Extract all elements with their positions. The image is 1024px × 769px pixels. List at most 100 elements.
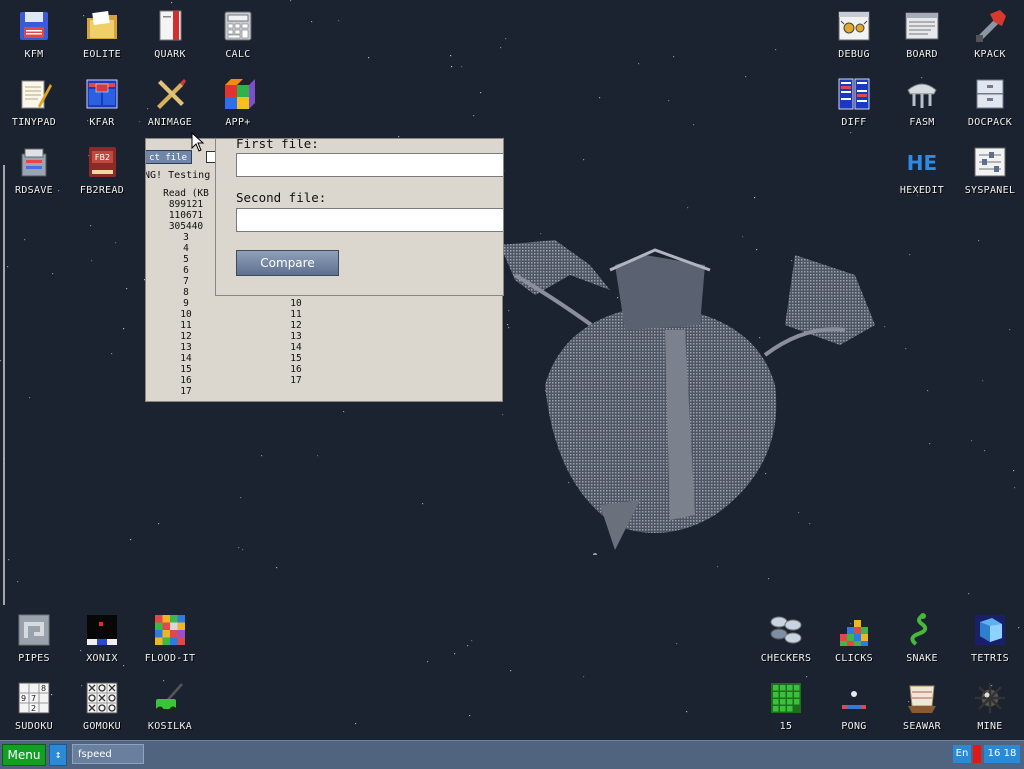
read-value: 12	[180, 331, 192, 342]
pong-icon	[836, 680, 872, 716]
activity-indicator	[973, 745, 981, 763]
sudoku-icon: 8 972	[16, 680, 52, 716]
clicks-icon	[836, 612, 872, 648]
flood-it-icon	[152, 612, 188, 648]
desktop-icon-label: PONG	[841, 721, 867, 732]
second-value: 15	[290, 353, 302, 364]
desktop-icon-label: CALC	[225, 49, 251, 60]
desktop-icon-label: BOARD	[906, 49, 938, 60]
desktop-icon-label: SYSPANEL	[964, 185, 1016, 196]
kpack-icon	[972, 8, 1008, 44]
svg-text:HE: HE	[907, 151, 937, 175]
desktop-icon-fb2read[interactable]: FB2 FB2READ	[68, 136, 136, 202]
svg-text:9: 9	[21, 694, 26, 703]
desktop-icon-kfar[interactable]: KFAR	[68, 68, 136, 134]
desktop-icon-sudoku[interactable]: 8 9 7 2 SUDOKU	[0, 672, 68, 738]
desktop-icon-label: APP+	[225, 117, 251, 128]
desktop-icon-label: TINYPAD	[11, 117, 57, 128]
svg-text:2: 2	[31, 704, 36, 713]
switch-windows-icon[interactable]: ↕	[49, 744, 67, 766]
desktop-icon-kpack[interactable]: KPACK	[956, 0, 1024, 66]
first-file-input[interactable]	[236, 153, 503, 177]
second-value: 12	[290, 320, 302, 331]
taskbar-item-fspeed[interactable]: fspeed	[72, 744, 144, 764]
read-value: 6	[183, 265, 189, 276]
desktop-icon-hexedit[interactable]: HE HEXEDIT	[888, 136, 956, 202]
desktop-icon-board[interactable]: BOARD	[888, 0, 956, 66]
select-file-button[interactable]: ct file	[146, 150, 192, 164]
desktop-icon-kfm[interactable]: KFM	[0, 0, 68, 66]
desktop-icon-eolite[interactable]: EOLITE	[68, 0, 136, 66]
tree-house-wallpaper	[500, 240, 875, 555]
desktop-icon-label: CHECKERS	[760, 653, 812, 664]
desktop-icon-tinypad[interactable]: TINYPAD	[0, 68, 68, 134]
desktop-icon-calc[interactable]: CALC	[204, 0, 272, 66]
second-file-label: Second file:	[236, 190, 327, 205]
read-value: 110671	[168, 210, 204, 221]
svg-text:8: 8	[41, 684, 46, 693]
syspanel-icon	[972, 144, 1008, 180]
read-value: 17	[180, 386, 192, 397]
desktop-icon-fasm[interactable]: FASM	[888, 68, 956, 134]
menu-button[interactable]: Menu	[2, 744, 46, 766]
desktop-icon-label: PIPES	[18, 653, 50, 664]
desktop-icon-label: TETRIS	[971, 653, 1009, 664]
desktop-icon-checkers[interactable]: CHECKERS	[752, 604, 820, 670]
desktop-icon-syspanel[interactable]: SYSPANEL	[956, 136, 1024, 202]
desktop-icon-mine[interactable]: MINE	[956, 672, 1024, 738]
second-value: 13	[290, 331, 302, 342]
xonix-icon	[84, 612, 120, 648]
desktop-icon-tetris[interactable]: TETRIS	[956, 604, 1024, 670]
desktop-icon-xonix[interactable]: XONIX	[68, 604, 136, 670]
desktop-icon-label: KFAR	[89, 117, 115, 128]
fasm-icon	[904, 76, 940, 112]
desktop-icon-clicks[interactable]: CLICKS	[820, 604, 888, 670]
svg-text:7: 7	[31, 694, 36, 703]
second-value: 10	[290, 298, 302, 309]
read-value: 11	[180, 320, 192, 331]
desktop-icon-gomoku[interactable]: GOMOKU	[68, 672, 136, 738]
app-plus-icon	[220, 76, 256, 112]
desktop-icon-label: GOMOKU	[83, 721, 121, 732]
desktop-icon-pipes[interactable]: PIPES	[0, 604, 68, 670]
desktop-icon-pong[interactable]: PONG	[820, 672, 888, 738]
desktop-icon-app-plus[interactable]: APP+	[204, 68, 272, 134]
read-column: Read (KB 899121 110671 305440 3 4 5 6 7 8 9 10 11 12…	[146, 188, 226, 397]
compare-button[interactable]: Compare	[236, 250, 339, 276]
desktop-icon-label: RDSAVE	[15, 185, 53, 196]
diff-icon	[836, 76, 872, 112]
second-value: 14	[290, 342, 302, 353]
board-icon	[904, 8, 940, 44]
desktop-icon-rdsave[interactable]: RDSAVE	[0, 136, 68, 202]
rdsave-icon	[16, 144, 52, 180]
desktop-icon-label: QUARK	[154, 49, 186, 60]
desktop-icon-kosilka[interactable]: KOSILKA	[136, 672, 204, 738]
quark-icon	[152, 8, 188, 44]
read-value: 8	[183, 287, 189, 298]
desktop-icon-label: DIFF	[841, 117, 867, 128]
fifteen-icon	[768, 680, 804, 716]
desktop-icon-flood-it[interactable]: FLOOD-IT	[136, 604, 204, 670]
desktop-icon-label: HEXEDIT	[899, 185, 945, 196]
desktop-icon-label: ANIMAGE	[147, 117, 193, 128]
desktop-icon-diff[interactable]: DIFF	[820, 68, 888, 134]
second-file-input[interactable]	[236, 208, 503, 232]
keyboard-language-indicator[interactable]: En	[953, 745, 971, 763]
compare-files-dialog[interactable]: First file: Second file: Compare	[215, 138, 504, 296]
desktop-icon-label: SUDOKU	[15, 721, 53, 732]
desktop-icon-quark[interactable]: QUARK	[136, 0, 204, 66]
read-header: Read (KB	[163, 188, 209, 199]
desktop-icon-debug[interactable]: DEBUG	[820, 0, 888, 66]
desktop-icon-animage[interactable]: ANIMAGE	[136, 68, 204, 134]
second-value: 16	[290, 364, 302, 375]
desktop-icon-label: KPACK	[974, 49, 1006, 60]
desktop-icon-fifteen[interactable]: 15	[752, 672, 820, 738]
desktop-icon-docpack[interactable]: DOCPACK	[956, 68, 1024, 134]
read-value: 899121	[168, 199, 204, 210]
desktop-icon-snake[interactable]: SNAKE	[888, 604, 956, 670]
clock[interactable]: 16 18	[984, 745, 1020, 763]
desktop-icon-seawar[interactable]: SEAWAR	[888, 672, 956, 738]
read-value: 7	[183, 276, 189, 287]
desktop-icon-label: SEAWAR	[903, 721, 941, 732]
kosilka-icon	[152, 680, 188, 716]
